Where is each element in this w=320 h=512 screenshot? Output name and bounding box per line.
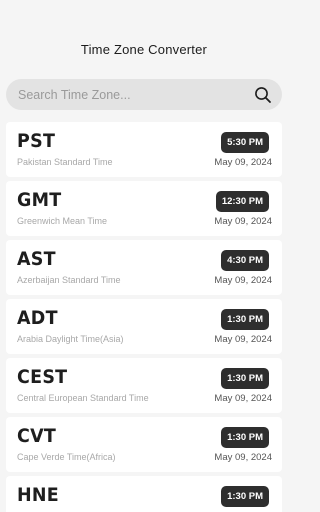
time-zone-card[interactable]: CVT Cape Verde Time(Africa) 1:30 PM May … — [6, 417, 282, 472]
time-zone-card[interactable]: PST Pakistan Standard Time 5:30 PM May 0… — [6, 122, 282, 177]
time-zone-list: PST Pakistan Standard Time 5:30 PM May 0… — [6, 122, 282, 512]
time-badge: 5:30 PM — [221, 132, 269, 153]
time-badge: 1:30 PM — [221, 368, 269, 389]
zone-abbreviation: CEST — [17, 366, 68, 388]
time-zone-card[interactable]: CEST Central European Standard Time 1:30… — [6, 358, 282, 413]
page-title: Time Zone Converter — [80, 41, 208, 57]
time-badge: 1:30 PM — [221, 309, 269, 330]
search-bar[interactable] — [6, 79, 282, 110]
zone-date: May 09, 2024 — [214, 452, 272, 463]
time-zone-card[interactable]: GMT Greenwich Mean Time 12:30 PM May 09,… — [6, 181, 282, 236]
time-badge: 4:30 PM — [221, 250, 269, 271]
zone-date: May 09, 2024 — [214, 393, 272, 404]
zone-name: Central European Standard Time — [17, 393, 149, 403]
search-icon[interactable] — [254, 86, 272, 104]
zone-date: May 09, 2024 — [214, 157, 272, 168]
zone-abbreviation: ADT — [17, 307, 58, 329]
header: Time Zone Converter — [0, 38, 288, 60]
time-badge: 1:30 PM — [221, 427, 269, 448]
time-zone-card[interactable]: HNE 1:30 PM — [6, 476, 282, 512]
zone-name: Arabia Daylight Time(Asia) — [17, 334, 124, 344]
zone-name: Pakistan Standard Time — [17, 157, 113, 167]
zone-abbreviation: PST — [17, 130, 56, 152]
zone-abbreviation: CVT — [17, 425, 57, 447]
time-zone-card[interactable]: AST Azerbaijan Standard Time 4:30 PM May… — [6, 240, 282, 295]
zone-date: May 09, 2024 — [214, 275, 272, 286]
zone-abbreviation: AST — [17, 248, 56, 270]
zone-name: Cape Verde Time(Africa) — [17, 452, 116, 462]
zone-date: May 09, 2024 — [214, 216, 272, 227]
app-screen: Time Zone Converter PST Pakistan Standar… — [0, 0, 288, 512]
zone-date: May 09, 2024 — [214, 334, 272, 345]
zone-abbreviation: GMT — [17, 189, 62, 211]
time-badge: 1:30 PM — [221, 486, 269, 507]
time-badge: 12:30 PM — [215, 191, 269, 212]
search-input[interactable] — [18, 87, 254, 102]
zone-abbreviation: HNE — [17, 484, 60, 506]
zone-name: Azerbaijan Standard Time — [17, 275, 121, 285]
zone-name: Greenwich Mean Time — [17, 216, 108, 226]
time-zone-card[interactable]: ADT Arabia Daylight Time(Asia) 1:30 PM M… — [6, 299, 282, 354]
